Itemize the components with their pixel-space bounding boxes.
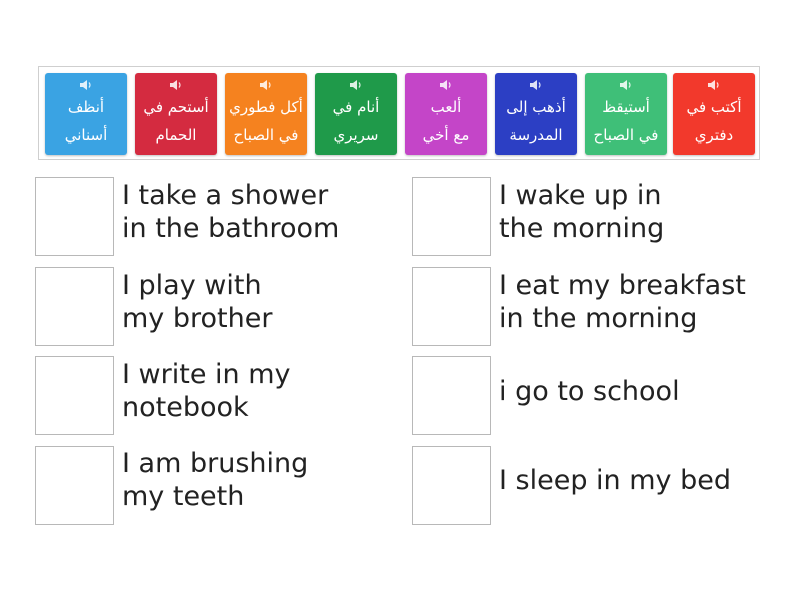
- speaker-icon[interactable]: [495, 79, 577, 91]
- phrase-line1: I play with: [122, 270, 262, 301]
- speaker-icon[interactable]: [405, 79, 487, 91]
- tile-text-line2: سريري: [333, 126, 379, 144]
- drop-slot[interactable]: [412, 177, 491, 256]
- drop-slot[interactable]: [412, 267, 491, 346]
- answer-tile[interactable]: أكل فطوري في الصباح: [225, 73, 307, 155]
- english-phrase: I take a shower in the bathroom: [122, 179, 339, 245]
- drop-slot[interactable]: [35, 356, 114, 435]
- tile-text-line2: في الصباح: [593, 126, 659, 144]
- tile-text-line1: أذهب إلى: [506, 98, 566, 116]
- tile-text-line1: أنظف: [67, 98, 105, 116]
- phrase-line1: I take a shower: [122, 180, 329, 211]
- tile-text-line2: مع أخي: [422, 126, 470, 144]
- tile-text-line2: دفتري: [694, 126, 734, 144]
- answer-tile[interactable]: أذهب إلى المدرسة: [495, 73, 577, 155]
- tile-text-line1: أستيقظ: [602, 98, 650, 116]
- speaker-icon[interactable]: [315, 79, 397, 91]
- phrase-line2: notebook: [122, 392, 249, 423]
- tile-text-line2: في الصباح: [233, 126, 299, 144]
- speaker-icon[interactable]: [135, 79, 217, 91]
- phrase-line1: I sleep in my bed: [499, 465, 732, 496]
- tile-text-line2: الحمام: [155, 126, 197, 144]
- answer-tile[interactable]: أنظف أسناني: [45, 73, 127, 155]
- speaker-icon[interactable]: [225, 79, 307, 91]
- phrase-line2: in the morning: [499, 303, 698, 334]
- answer-tile[interactable]: أستحم في الحمام: [135, 73, 217, 155]
- tile-text-line1: أكل فطوري: [229, 98, 303, 116]
- answer-tile[interactable]: أنام في سريري: [315, 73, 397, 155]
- english-phrase: I write in my notebook: [122, 358, 291, 424]
- tile-text-line1: ألعب: [430, 98, 462, 116]
- tile-text-line1: أكتب في: [686, 98, 742, 116]
- answer-tile[interactable]: أكتب في دفتري: [673, 73, 755, 155]
- english-phrase: I wake up in the morning: [499, 179, 664, 245]
- speaker-icon[interactable]: [45, 79, 127, 91]
- tile-text-line1: أنام في: [332, 98, 380, 116]
- speaker-icon[interactable]: [673, 79, 755, 91]
- speaker-icon[interactable]: [585, 79, 667, 91]
- phrase-line2: in the bathroom: [122, 213, 340, 244]
- answer-tile-tray: أنظف أسناني أستحم في الحمام أكل فطوري في ال…: [38, 66, 760, 160]
- phrase-line1: i go to school: [499, 376, 680, 407]
- tile-text-line2: المدرسة: [509, 126, 563, 144]
- drop-slot[interactable]: [412, 446, 491, 525]
- phrase-line2: the morning: [499, 213, 665, 244]
- drop-slot[interactable]: [35, 446, 114, 525]
- tile-text-line1: أستحم في: [143, 98, 209, 116]
- tile-text-line2: أسناني: [64, 126, 108, 144]
- phrase-line1: I write in my: [122, 359, 291, 390]
- drop-slot[interactable]: [35, 267, 114, 346]
- english-phrase: i go to school: [499, 375, 680, 408]
- phrase-line1: I eat my breakfast: [499, 270, 746, 301]
- phrase-line2: my brother: [122, 303, 273, 334]
- english-phrase: I eat my breakfast in the morning: [499, 269, 746, 335]
- phrase-line2: my teeth: [122, 481, 245, 512]
- drop-slot[interactable]: [412, 356, 491, 435]
- english-phrase: I play with my brother: [122, 269, 272, 335]
- phrase-line1: I wake up in: [499, 180, 662, 211]
- phrase-line1: I am brushing: [122, 448, 309, 479]
- english-phrase: I am brushing my teeth: [122, 447, 308, 513]
- english-phrase: I sleep in my bed: [499, 464, 731, 497]
- answer-tile[interactable]: ألعب مع أخي: [405, 73, 487, 155]
- drop-slot[interactable]: [35, 177, 114, 256]
- answer-tile[interactable]: أستيقظ في الصباح: [585, 73, 667, 155]
